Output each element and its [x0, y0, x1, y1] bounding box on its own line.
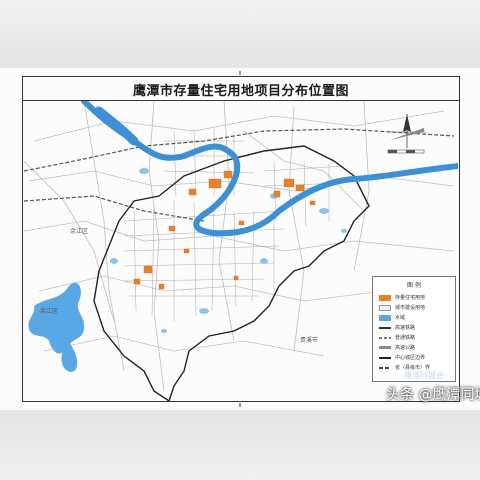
place-label-right: 贵溪市 [300, 337, 319, 344]
north-arrow-icon [387, 114, 426, 154]
legend-label: 城市建设用地 [395, 305, 426, 311]
photo-background-top [0, 0, 480, 68]
lake [28, 282, 85, 354]
legend-label: 水域 [395, 315, 406, 321]
legend-item: 高速公路 [379, 345, 455, 352]
legend-item: 存量住宅用地 [379, 295, 455, 302]
river-upper [94, 106, 139, 146]
legend-item: 水域 [379, 315, 455, 322]
page-title: 鹰潭市存量住宅用地项目分布位置图 [132, 84, 349, 99]
legend-item: 中心城区边界 [379, 355, 455, 362]
legend-swatch [379, 346, 391, 349]
legend-swatch [379, 327, 391, 329]
legend-item: 普通铁路 [379, 335, 455, 342]
legend-label: 中心城区边界 [395, 355, 426, 361]
residential-plots [133, 170, 316, 290]
photo-background-bottom [0, 410, 480, 480]
legend-swatch [379, 295, 391, 301]
watermark: 头条 @鹰潭同城会 [386, 387, 480, 403]
legend-item: 城市建设用地 [379, 305, 455, 312]
place-label-left-1: 余江区 [70, 228, 89, 235]
legend: 图 例 存量住宅用地 城市建设用地 水域 高速铁路 普通铁路 高速公路 中心城区… [372, 276, 456, 382]
legend-label: 存量住宅用地 [395, 295, 426, 301]
legend-label: 高速铁路 [395, 325, 416, 331]
faint-watermark: 鹰潭同城会 [404, 371, 444, 380]
legend-label: 高速公路 [395, 345, 416, 351]
bottom-register-mark [239, 403, 241, 407]
legend-swatch [379, 367, 391, 369]
legend-label: 普通铁路 [395, 335, 416, 341]
legend-swatch [379, 315, 391, 321]
legend-swatch [379, 305, 391, 311]
top-register-mark [239, 71, 241, 75]
legend-swatch [379, 357, 391, 359]
place-label-left-2: 余江区 [40, 308, 59, 315]
legend-swatch [379, 337, 391, 339]
legend-title: 图 例 [407, 282, 421, 289]
legend-item: 高速铁路 [379, 325, 455, 332]
